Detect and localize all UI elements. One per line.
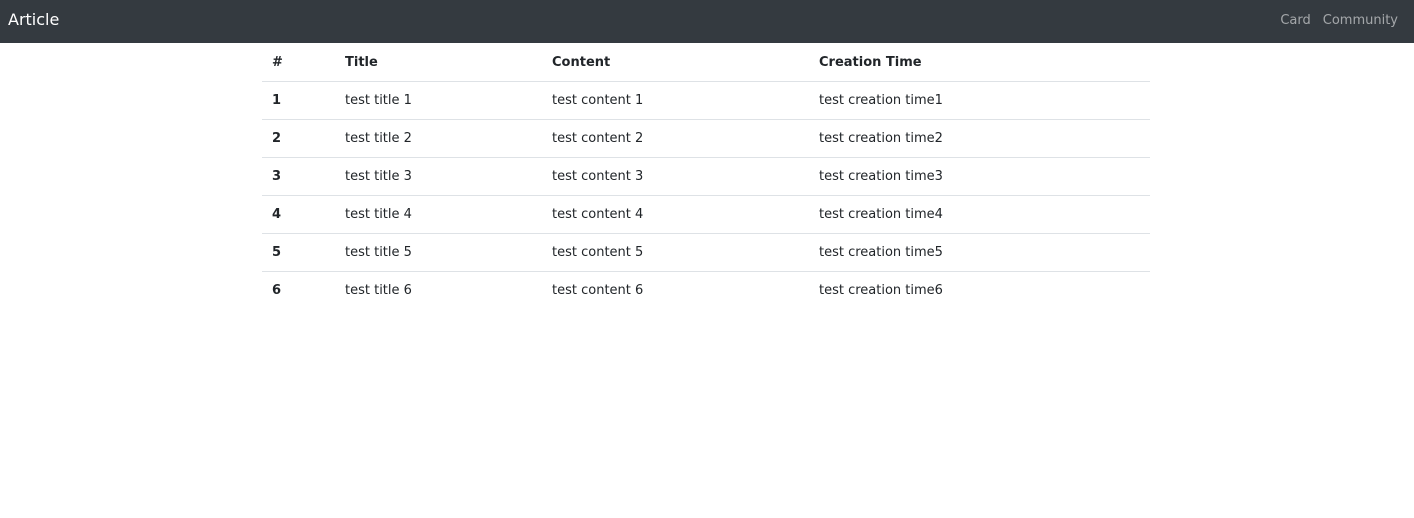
row-creation-time: test creation time2 (809, 119, 1150, 158)
row-content: test content 4 (542, 195, 809, 234)
row-number: 3 (262, 157, 335, 196)
row-creation-time: test creation time1 (809, 81, 1150, 120)
row-content: test content 1 (542, 81, 809, 120)
table-row: 5 test title 5 test content 5 test creat… (262, 233, 1150, 272)
row-title: test title 5 (335, 233, 542, 272)
row-content: test content 6 (552, 282, 644, 298)
row-title: test title 3 (335, 157, 542, 196)
row-number: 5 (262, 233, 335, 272)
row-content: test content 5 (542, 233, 809, 272)
row-number: 1 (262, 81, 335, 120)
row-number: 4 (262, 195, 335, 234)
column-header-content: Content (542, 44, 809, 82)
row-content: test content 2 (542, 119, 809, 158)
row-title: test title 2 (335, 119, 542, 158)
table-row: 6 test title 6 test content 6 test creat… (262, 271, 1150, 309)
row-title: test title 6 (345, 282, 412, 298)
row-title: test title 4 (335, 195, 542, 234)
row-content: test content 3 (542, 157, 809, 196)
table-header: # Title Content Creation Time (262, 44, 1150, 82)
table-body: 1 test title 1 test content 1 test creat… (262, 81, 1150, 309)
articles-table-container: # Title Content Creation Time 1 test tit… (262, 44, 1150, 309)
row-title: test title 1 (335, 81, 542, 120)
row-creation-time: test creation time3 (809, 157, 1150, 196)
articles-table: # Title Content Creation Time 1 test tit… (262, 44, 1150, 309)
row-creation-time: test creation time5 (809, 233, 1150, 272)
table-row: 4 test title 4 test content 4 test creat… (262, 195, 1150, 234)
column-header-number: # (262, 44, 335, 82)
row-number: 2 (262, 119, 335, 158)
table-header-row: # Title Content Creation Time (262, 44, 1150, 82)
navbar: Article Card Community (0, 0, 1414, 43)
column-header-title: Title (335, 44, 542, 82)
row-number: 6 (272, 282, 282, 298)
column-header-creation-time: Creation Time (809, 44, 1150, 82)
table-row: 2 test title 2 test content 2 test creat… (262, 119, 1150, 158)
table-row: 3 test title 3 test content 3 test creat… (262, 157, 1150, 196)
nav-link-card[interactable]: Card (1280, 12, 1310, 30)
row-creation-time: test creation time4 (809, 195, 1150, 234)
navbar-brand[interactable]: Article (8, 10, 59, 30)
nav-links: Card Community (1280, 12, 1398, 30)
row-creation-time: test creation time6 (819, 282, 943, 298)
table-row: 1 test title 1 test content 1 test creat… (262, 81, 1150, 120)
nav-link-community[interactable]: Community (1323, 12, 1398, 30)
